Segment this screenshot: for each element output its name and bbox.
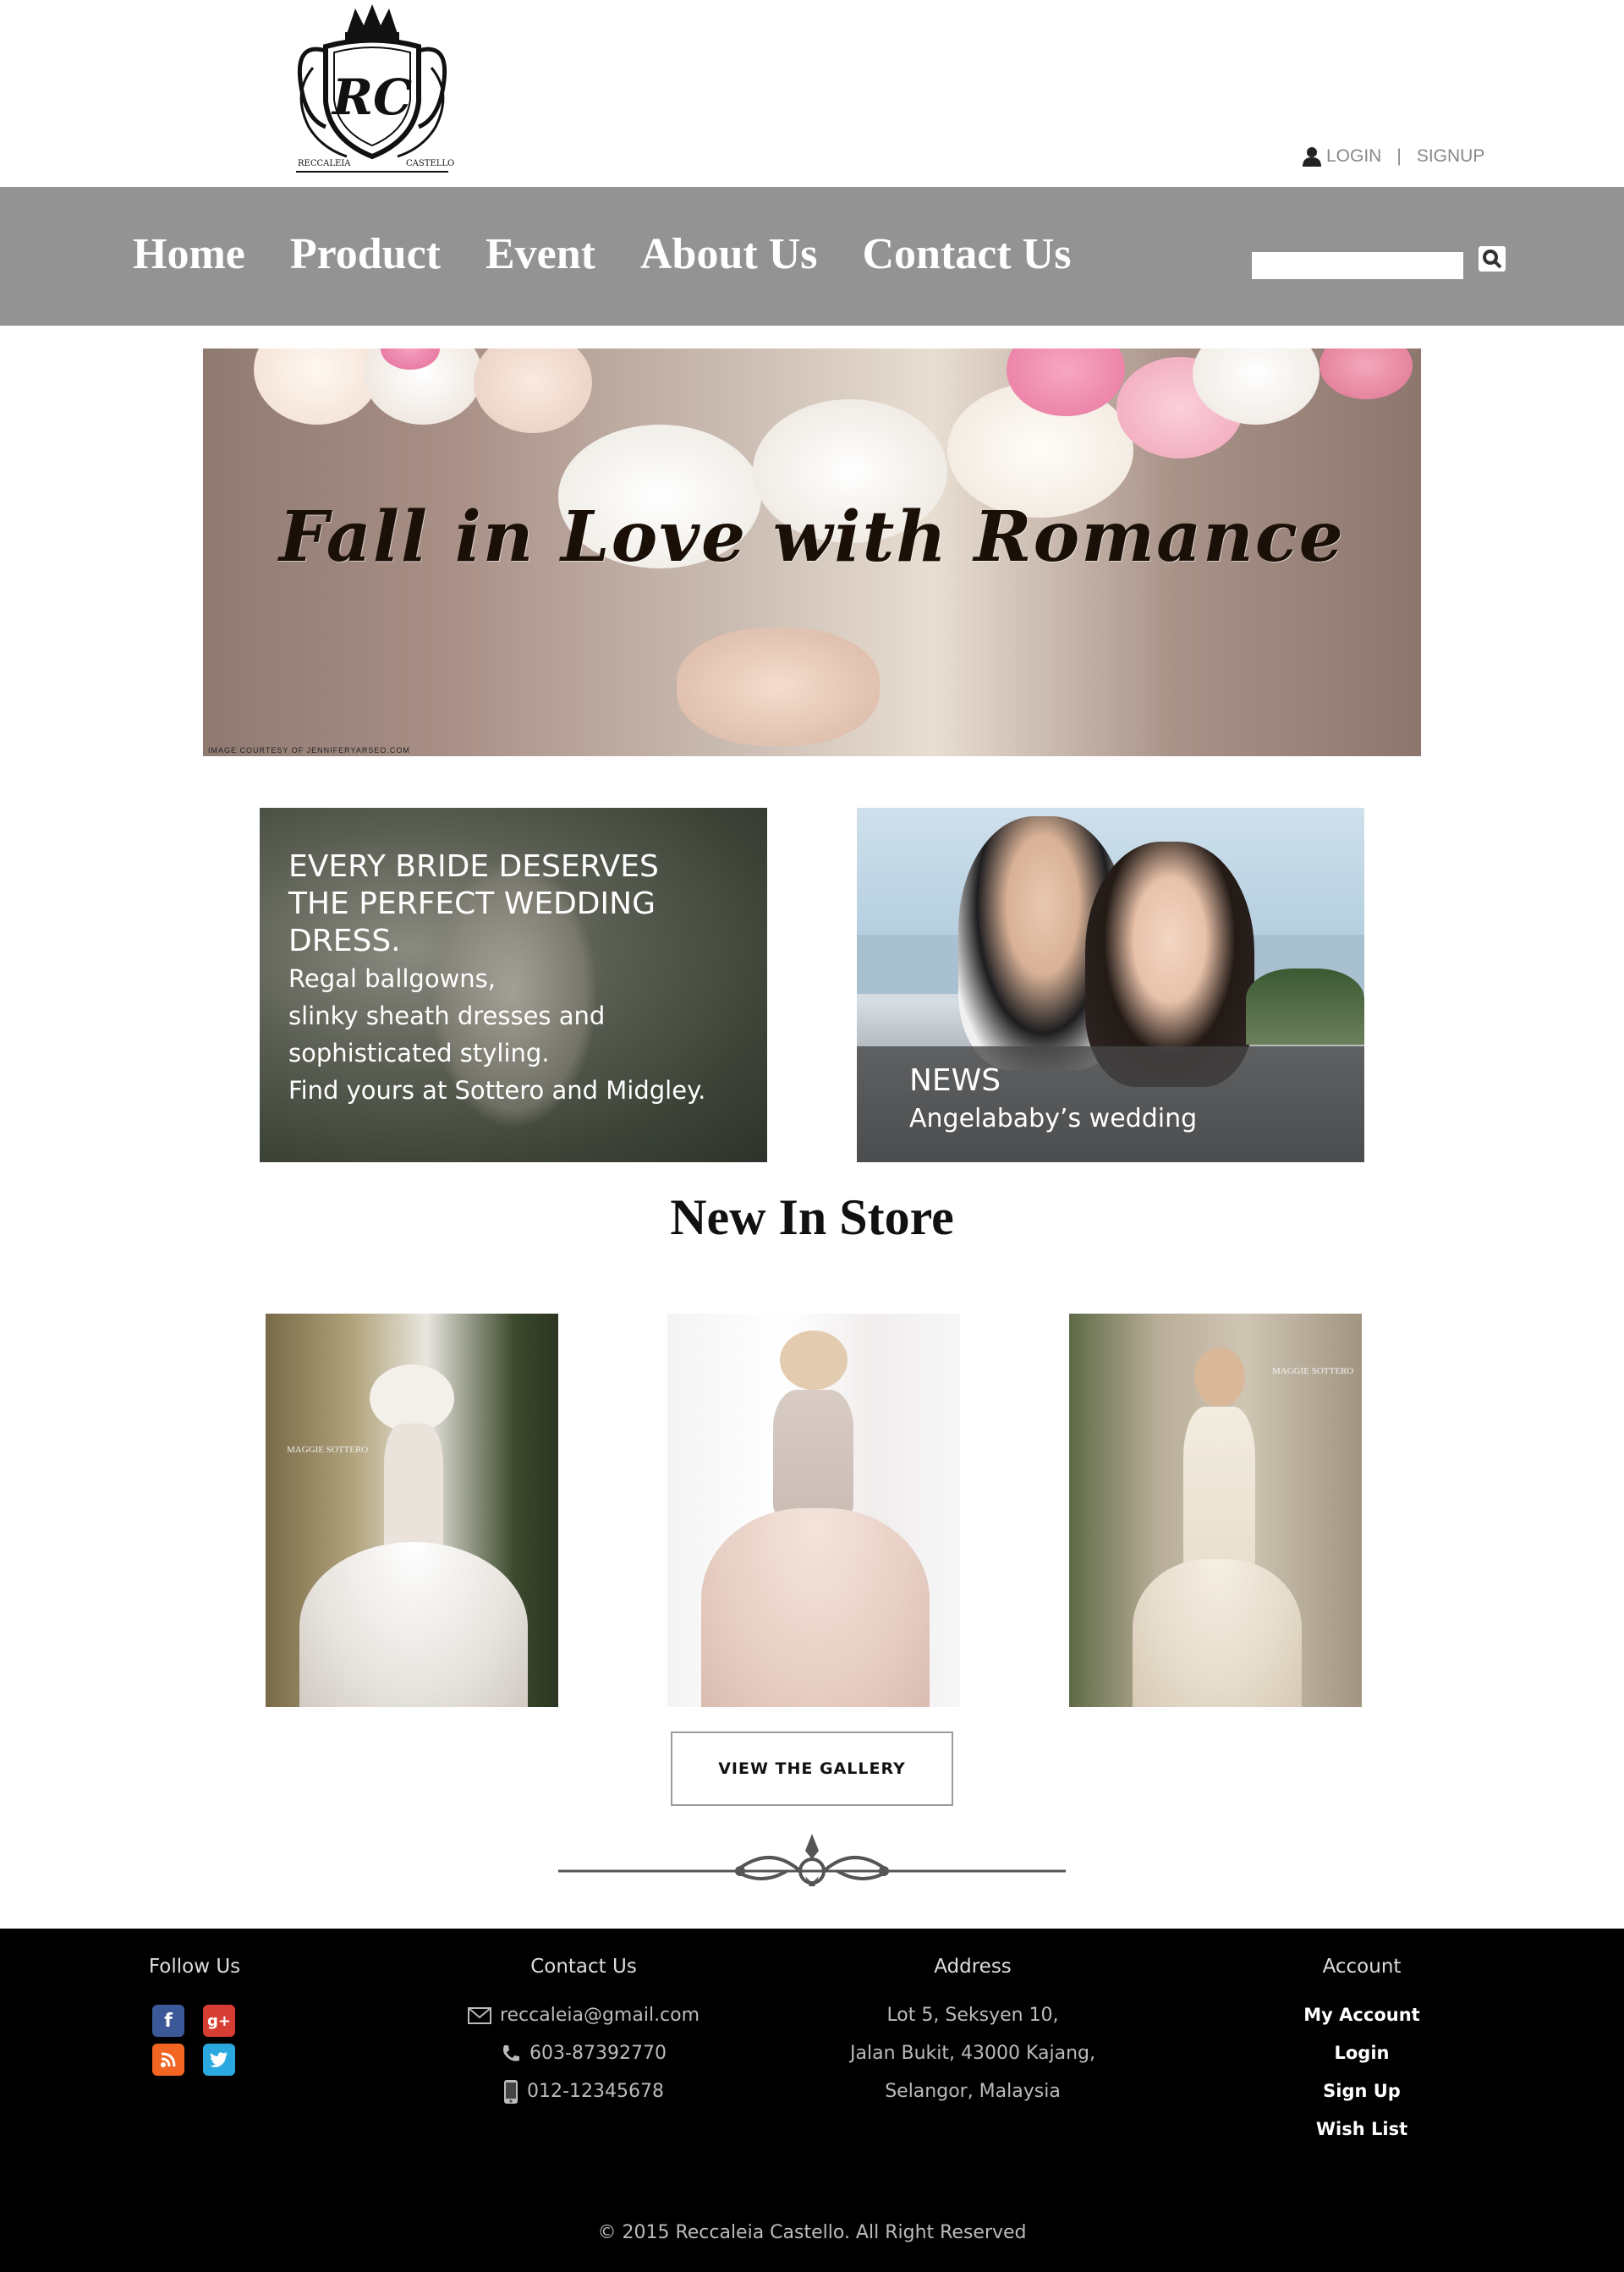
search-icon xyxy=(1483,250,1502,269)
hero-banner: Fall in Love with Romance IMAGE COURTESY… xyxy=(203,348,1421,756)
promo-body: Regal ballgowns, slinky sheath dresses a… xyxy=(288,964,706,1105)
hero-headline: Fall in Love with Romance xyxy=(279,497,1345,578)
login-link[interactable]: LOGIN xyxy=(1326,146,1381,167)
auth-separator: | xyxy=(1396,146,1402,166)
nav-item-about-us[interactable]: About Us xyxy=(640,229,818,279)
account-link-my-account[interactable]: My Account xyxy=(1235,1996,1489,2034)
divider-ornament xyxy=(558,1834,1066,1886)
promo-news[interactable]: NEWS Angelababy’s wedding xyxy=(857,808,1364,1162)
nav-item-home[interactable]: Home xyxy=(133,229,245,279)
search-input[interactable] xyxy=(1252,252,1463,279)
footer-heading: Contact Us xyxy=(530,1956,637,1978)
nav-item-contact-us[interactable]: Contact Us xyxy=(862,229,1071,279)
account-link-login[interactable]: Login xyxy=(1235,2034,1489,2072)
footer-address: Address Lot 5, Seksyen 10, Jalan Bukit, … xyxy=(837,1956,1108,2110)
product-card[interactable]: MAGGIE SOTTERO xyxy=(1069,1314,1362,1707)
svg-text:CASTELLO: CASTELLO xyxy=(406,159,454,168)
hero-image-credit: IMAGE COURTESY OF JENNIFERYARSEO.COM xyxy=(208,746,410,755)
search-button[interactable] xyxy=(1479,246,1506,272)
crest-emblem: RC RECCALEIA CASTELLO xyxy=(296,4,454,173)
svg-text:RC: RC xyxy=(331,69,412,126)
product-watermark: MAGGIE SOTTERO xyxy=(287,1445,369,1455)
rss-icon[interactable] xyxy=(152,2044,184,2076)
footer-heading: Follow Us xyxy=(148,1956,241,1978)
address-line: Jalan Bukit, 43000 Kajang, xyxy=(850,2043,1095,2064)
twitter-icon[interactable] xyxy=(203,2044,235,2076)
copyright-text: © 2015 Reccaleia Castello. All Right Res… xyxy=(597,2222,1027,2243)
account-link-sign-up[interactable]: Sign Up xyxy=(1235,2072,1489,2110)
facebook-icon[interactable]: f xyxy=(152,2005,184,2037)
footer-follow-us: Follow Us f g+ xyxy=(110,1956,279,2076)
phone-icon xyxy=(503,2044,520,2061)
nav-item-event[interactable]: Event xyxy=(486,229,595,279)
promo-wedding-dress[interactable]: EVERY BRIDE DESERVES THE PERFECT WEDDING… xyxy=(260,808,767,1162)
footer-mobile: 012-12345678 xyxy=(457,2072,710,2110)
view-gallery-button[interactable]: VIEW THE GALLERY xyxy=(671,1731,953,1806)
product-card[interactable] xyxy=(667,1314,960,1707)
mobile-icon xyxy=(504,2079,518,2104)
user-icon xyxy=(1303,147,1321,167)
section-title-new-in-store: New In Store xyxy=(670,1189,954,1245)
footer-heading: Account xyxy=(1322,1956,1402,1978)
footer-email[interactable]: reccaleia@gmail.com xyxy=(457,1996,710,2034)
signup-link[interactable]: SIGNUP xyxy=(1417,146,1485,167)
nav-item-product[interactable]: Product xyxy=(290,229,441,279)
footer-account: Account My Account Login Sign Up Wish Li… xyxy=(1235,1956,1489,2149)
account-link-wish-list[interactable]: Wish List xyxy=(1235,2110,1489,2149)
mail-icon xyxy=(467,2006,491,2024)
news-title: NEWS xyxy=(909,1063,1001,1098)
google-plus-icon[interactable]: g+ xyxy=(203,2005,235,2037)
news-subtitle: Angelababy’s wedding xyxy=(909,1104,1198,1133)
site-footer: Follow Us f g+ Contact Us reccaleia@gmai… xyxy=(0,1929,1624,2272)
svg-text:RECCALEIA: RECCALEIA xyxy=(298,159,351,168)
footer-heading: Address xyxy=(934,1956,1012,1978)
address-line: Selangor, Malaysia xyxy=(885,2081,1061,2102)
address-line: Lot 5, Seksyen 10, xyxy=(886,2005,1059,2026)
footer-contact-us: Contact Us reccaleia@gmail.com 603-87392… xyxy=(457,1956,710,2110)
product-card[interactable]: MAGGIE SOTTERO xyxy=(266,1314,558,1707)
product-watermark: MAGGIE SOTTERO xyxy=(1272,1366,1354,1376)
site-logo[interactable]: RC RECCALEIA CASTELLO xyxy=(288,0,457,182)
footer-phone: 603-87392770 xyxy=(457,2034,710,2072)
auth-links: LOGIN | SIGNUP xyxy=(1303,144,1484,169)
promo-heading: EVERY BRIDE DESERVES THE PERFECT WEDDING… xyxy=(288,849,659,958)
